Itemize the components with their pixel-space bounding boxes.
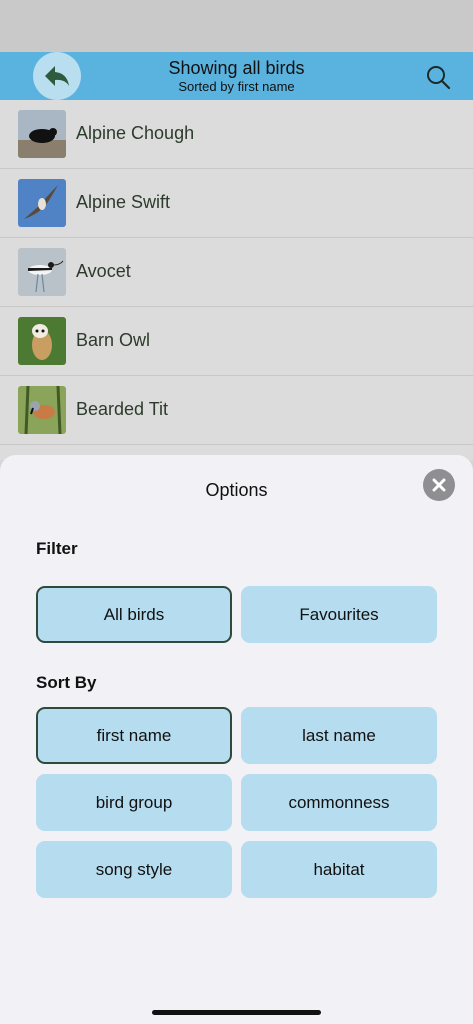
bird-list: Alpine Chough Alpine Swift Avocet Barn O… bbox=[0, 100, 473, 460]
bird-row-alpine-swift[interactable]: Alpine Swift bbox=[0, 169, 473, 238]
bird-thumbnail bbox=[18, 248, 66, 296]
filter-all-birds-button[interactable]: All birds bbox=[36, 586, 232, 643]
sort-song-style-button[interactable]: song style bbox=[36, 841, 232, 898]
bird-name: Avocet bbox=[76, 261, 131, 281]
options-sheet: Options Filter All birds Favourites Sort… bbox=[0, 455, 473, 1024]
status-bar bbox=[0, 0, 473, 52]
page-subtitle: Sorted by first name bbox=[178, 79, 295, 94]
sort-heading: Sort By bbox=[36, 673, 97, 692]
bird-row-bearded-tit[interactable]: Bearded Tit bbox=[0, 376, 473, 445]
close-button[interactable] bbox=[423, 469, 455, 501]
nav-bar: Showing all birds Sorted by first name bbox=[0, 52, 473, 100]
home-indicator[interactable] bbox=[152, 1010, 321, 1015]
sort-bird-group-button[interactable]: bird group bbox=[36, 774, 232, 831]
sort-first-name-button[interactable]: first name bbox=[36, 707, 232, 764]
bird-name: Barn Owl bbox=[76, 330, 151, 350]
back-arrow-icon bbox=[45, 66, 69, 86]
sheet-title: Options bbox=[205, 480, 268, 500]
bird-thumbnail bbox=[18, 110, 66, 158]
sort-last-name-button[interactable]: last name bbox=[241, 707, 437, 764]
bird-name: Bearded Tit bbox=[76, 399, 169, 419]
bird-row-alpine-chough[interactable]: Alpine Chough bbox=[0, 100, 473, 169]
bird-row-avocet[interactable]: Avocet bbox=[0, 238, 473, 307]
back-button[interactable] bbox=[33, 52, 81, 100]
nav-titles: Showing all birds Sorted by first name bbox=[100, 58, 373, 94]
close-icon bbox=[432, 478, 446, 492]
bird-row-barn-owl[interactable]: Barn Owl bbox=[0, 307, 473, 376]
bird-thumbnail bbox=[18, 386, 66, 434]
bird-thumbnail bbox=[18, 317, 66, 365]
bird-thumbnail bbox=[18, 179, 66, 227]
bird-name: Alpine Chough bbox=[76, 123, 195, 143]
page-title: Showing all birds bbox=[168, 58, 305, 78]
bird-name: Alpine Swift bbox=[76, 192, 171, 212]
sort-habitat-button[interactable]: habitat bbox=[241, 841, 437, 898]
filter-heading: Filter bbox=[36, 539, 78, 558]
filter-favourites-button[interactable]: Favourites bbox=[241, 586, 437, 643]
search-icon[interactable] bbox=[425, 64, 451, 90]
sort-commonness-button[interactable]: commonness bbox=[241, 774, 437, 831]
